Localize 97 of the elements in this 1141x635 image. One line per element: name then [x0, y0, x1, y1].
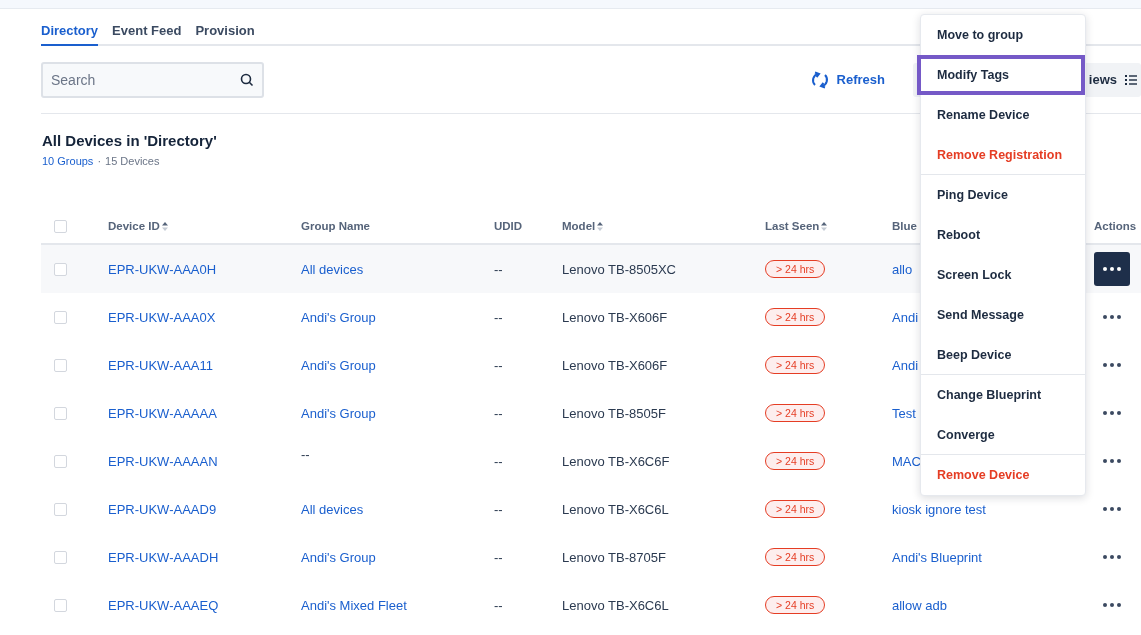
table-cell: -- — [494, 358, 503, 373]
menu-item[interactable]: Ping Device — [921, 175, 1085, 215]
table-cell: -- — [494, 406, 503, 421]
last-seen-badge: > 24 hrs — [765, 404, 826, 422]
separator-dot: · — [97, 155, 102, 167]
row-checkbox[interactable] — [54, 406, 67, 420]
table-cell: Lenovo TB-X6C6F — [562, 454, 670, 469]
table-cell: Lenovo TB-X606F — [562, 310, 668, 325]
table-cell: Lenovo TB-X6C6L — [562, 598, 669, 613]
blueprint-link[interactable]: Andi — [892, 358, 919, 373]
device-id-link[interactable]: EPR-UKW-AAAAA — [108, 406, 217, 421]
row-checkbox[interactable] — [54, 310, 67, 324]
tab[interactable]: Directory — [41, 23, 99, 46]
blueprint-link[interactable]: MAC — [892, 454, 921, 469]
last-seen-badge: > 24 hrs — [765, 260, 826, 278]
group-link[interactable]: Andi's Group — [301, 357, 376, 373]
column-header: Blue — [892, 220, 918, 232]
column-header: UDID — [494, 220, 524, 232]
last-seen-badge: > 24 hrs — [765, 308, 826, 326]
select-all-checkbox[interactable] — [54, 219, 67, 233]
device-id-link[interactable]: EPR-UKW-AAA0H — [108, 262, 217, 277]
group-link[interactable]: Andi's Group — [301, 549, 376, 565]
more-icon — [1103, 603, 1121, 607]
blueprint-link[interactable]: kiosk ignore test — [892, 502, 986, 517]
menu-item[interactable]: Rename Device — [921, 95, 1085, 135]
last-seen-badge: > 24 hrs — [765, 548, 826, 566]
group-link[interactable]: All devices — [301, 501, 364, 517]
device-id-link[interactable]: EPR-UKW-AAA11 — [108, 358, 213, 373]
search-field[interactable]: Search — [41, 61, 264, 98]
row-checkbox[interactable] — [54, 502, 67, 516]
tab[interactable]: Provision — [195, 23, 255, 46]
table-cell: Lenovo TB-8505F — [562, 406, 666, 421]
table-cell: Lenovo TB-X606F — [562, 358, 668, 373]
blueprint-link[interactable]: Test — [892, 406, 916, 421]
more-icon — [1103, 267, 1121, 271]
row-checkbox[interactable] — [54, 358, 67, 372]
more-icon — [1103, 315, 1121, 319]
group-link[interactable]: Andi's Group — [301, 309, 376, 325]
menu-item[interactable]: Move to group — [921, 15, 1085, 55]
table-cell: -- — [494, 598, 503, 613]
menu-item[interactable]: Send Message — [921, 295, 1085, 335]
tab[interactable]: Event Feed — [112, 23, 182, 46]
more-icon — [1103, 507, 1121, 511]
table-cell: Lenovo TB-8705F — [562, 550, 666, 565]
sort-icon — [821, 221, 828, 231]
table-cell: -- — [494, 310, 503, 325]
blueprint-link[interactable]: allow adb — [892, 598, 947, 613]
table-cell: Lenovo TB-8505XC — [562, 262, 676, 277]
last-seen-badge: > 24 hrs — [765, 596, 826, 614]
row-checkbox[interactable] — [54, 550, 67, 564]
device-count: 15 Devices — [105, 155, 160, 167]
more-icon — [1103, 363, 1121, 367]
column-header: Group Name — [301, 220, 371, 232]
device-id-link[interactable]: EPR-UKW-AAADH — [108, 550, 219, 565]
device-id-link[interactable]: EPR-UKW-AAA0X — [108, 310, 216, 325]
more-icon — [1103, 411, 1121, 415]
menu-item[interactable]: Modify Tags — [917, 55, 1085, 95]
last-seen-badge: > 24 hrs — [765, 356, 826, 374]
table-cell: Lenovo TB-X6C6L — [562, 502, 669, 517]
group-link[interactable]: All devices — [301, 261, 364, 277]
sort-icon — [597, 221, 604, 231]
more-icon — [1103, 459, 1121, 463]
search-icon — [240, 72, 254, 87]
device-id-link[interactable]: EPR-UKW-AAAAN — [108, 454, 218, 469]
table-cell: -- — [494, 502, 503, 517]
group-link[interactable]: Andi's Group — [301, 405, 376, 421]
sort-icon — [161, 221, 168, 231]
row-checkbox[interactable] — [54, 454, 67, 468]
blueprint-link[interactable]: Andi's Blueprint — [892, 550, 982, 565]
device-id-link[interactable]: EPR-UKW-AAAEQ — [108, 598, 219, 613]
table-cell: -- — [494, 454, 503, 469]
column-header: Actions — [1094, 220, 1138, 232]
row-checkbox[interactable] — [54, 598, 67, 612]
groups-link[interactable]: 10 Groups — [42, 155, 94, 167]
menu-item[interactable]: Beep Device — [921, 335, 1085, 375]
refresh-icon — [810, 70, 829, 89]
table-cell: -- — [494, 550, 503, 565]
device-id-link[interactable]: EPR-UKW-AAAD9 — [108, 502, 217, 517]
actions-button[interactable] — [1094, 252, 1130, 286]
column-header[interactable]: Device ID — [108, 220, 301, 232]
page-title: All Devices in 'Directory' — [42, 132, 218, 149]
table-cell: -- — [494, 262, 503, 277]
refresh-button[interactable]: Refresh — [810, 70, 885, 89]
column-header[interactable]: Last Seen — [765, 220, 892, 232]
blueprint-link[interactable]: allo — [892, 262, 913, 277]
table-cell: -- — [301, 446, 310, 462]
menu-item[interactable]: Converge — [921, 415, 1085, 455]
row-checkbox[interactable] — [54, 262, 67, 276]
list-icon — [1125, 74, 1137, 85]
blueprint-link[interactable]: Andi — [892, 310, 919, 325]
menu-item[interactable]: Screen Lock — [921, 255, 1085, 295]
column-header[interactable]: Model — [562, 220, 765, 232]
more-icon — [1103, 555, 1121, 559]
menu-item[interactable]: Remove Registration — [921, 135, 1085, 175]
last-seen-badge: > 24 hrs — [765, 500, 826, 518]
last-seen-badge: > 24 hrs — [765, 452, 826, 470]
group-link[interactable]: Andi's Mixed Fleet — [301, 597, 407, 613]
